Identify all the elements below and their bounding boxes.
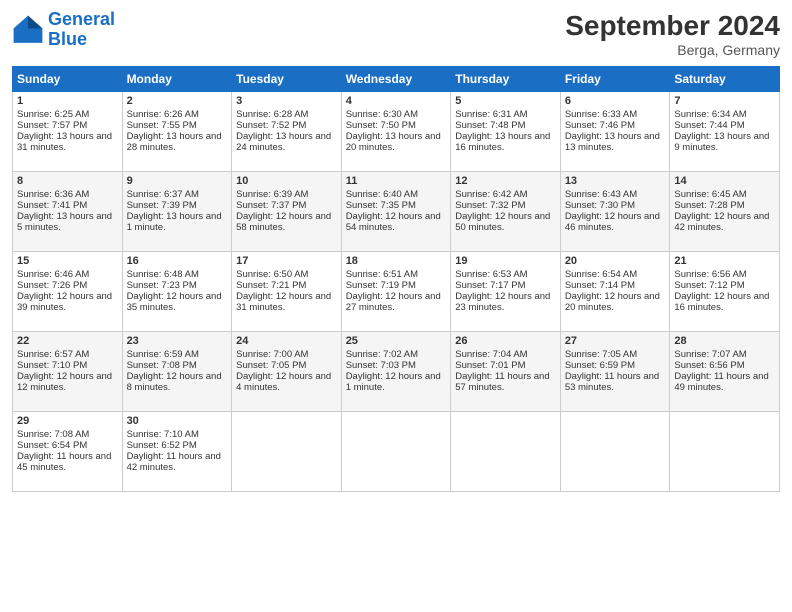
calendar-cell: 6Sunrise: 6:33 AMSunset: 7:46 PMDaylight… bbox=[560, 92, 670, 172]
calendar-cell: 22Sunrise: 6:57 AMSunset: 7:10 PMDayligh… bbox=[13, 332, 123, 412]
calendar-cell: 14Sunrise: 6:45 AMSunset: 7:28 PMDayligh… bbox=[670, 172, 780, 252]
calendar-cell: 3Sunrise: 6:28 AMSunset: 7:52 PMDaylight… bbox=[232, 92, 342, 172]
calendar-cell bbox=[670, 412, 780, 492]
col-monday: Monday bbox=[122, 67, 232, 92]
col-thursday: Thursday bbox=[451, 67, 561, 92]
calendar-cell: 7Sunrise: 6:34 AMSunset: 7:44 PMDaylight… bbox=[670, 92, 780, 172]
header-row: Sunday Monday Tuesday Wednesday Thursday… bbox=[13, 67, 780, 92]
header: General Blue September 2024 Berga, Germa… bbox=[12, 10, 780, 58]
calendar-cell: 16Sunrise: 6:48 AMSunset: 7:23 PMDayligh… bbox=[122, 252, 232, 332]
day-number: 24 bbox=[236, 335, 337, 347]
day-number: 2 bbox=[127, 95, 228, 107]
day-number: 14 bbox=[674, 175, 775, 187]
col-friday: Friday bbox=[560, 67, 670, 92]
calendar-cell: 2Sunrise: 6:26 AMSunset: 7:55 PMDaylight… bbox=[122, 92, 232, 172]
calendar-cell: 29Sunrise: 7:08 AMSunset: 6:54 PMDayligh… bbox=[13, 412, 123, 492]
calendar-cell: 20Sunrise: 6:54 AMSunset: 7:14 PMDayligh… bbox=[560, 252, 670, 332]
day-number: 11 bbox=[346, 175, 447, 187]
day-number: 17 bbox=[236, 255, 337, 267]
calendar-cell bbox=[560, 412, 670, 492]
day-number: 9 bbox=[127, 175, 228, 187]
calendar-cell bbox=[232, 412, 342, 492]
month-title: September 2024 bbox=[565, 10, 780, 42]
calendar-cell: 28Sunrise: 7:07 AMSunset: 6:56 PMDayligh… bbox=[670, 332, 780, 412]
calendar-row: 22Sunrise: 6:57 AMSunset: 7:10 PMDayligh… bbox=[13, 332, 780, 412]
day-number: 27 bbox=[565, 335, 666, 347]
calendar-row: 29Sunrise: 7:08 AMSunset: 6:54 PMDayligh… bbox=[13, 412, 780, 492]
calendar-cell: 10Sunrise: 6:39 AMSunset: 7:37 PMDayligh… bbox=[232, 172, 342, 252]
calendar-cell: 26Sunrise: 7:04 AMSunset: 7:01 PMDayligh… bbox=[451, 332, 561, 412]
day-number: 7 bbox=[674, 95, 775, 107]
day-number: 29 bbox=[17, 415, 118, 427]
logo: General Blue bbox=[12, 10, 115, 50]
day-number: 8 bbox=[17, 175, 118, 187]
col-tuesday: Tuesday bbox=[232, 67, 342, 92]
col-wednesday: Wednesday bbox=[341, 67, 451, 92]
calendar-cell: 13Sunrise: 6:43 AMSunset: 7:30 PMDayligh… bbox=[560, 172, 670, 252]
day-number: 1 bbox=[17, 95, 118, 107]
day-number: 16 bbox=[127, 255, 228, 267]
day-number: 22 bbox=[17, 335, 118, 347]
calendar-cell: 19Sunrise: 6:53 AMSunset: 7:17 PMDayligh… bbox=[451, 252, 561, 332]
day-number: 13 bbox=[565, 175, 666, 187]
day-number: 21 bbox=[674, 255, 775, 267]
calendar-row: 1Sunrise: 6:25 AMSunset: 7:57 PMDaylight… bbox=[13, 92, 780, 172]
day-number: 15 bbox=[17, 255, 118, 267]
calendar-table: Sunday Monday Tuesday Wednesday Thursday… bbox=[12, 66, 780, 492]
day-number: 28 bbox=[674, 335, 775, 347]
calendar-cell: 18Sunrise: 6:51 AMSunset: 7:19 PMDayligh… bbox=[341, 252, 451, 332]
calendar-cell: 24Sunrise: 7:00 AMSunset: 7:05 PMDayligh… bbox=[232, 332, 342, 412]
title-block: September 2024 Berga, Germany bbox=[565, 10, 780, 58]
logo-general: General bbox=[48, 9, 115, 29]
logo-blue: Blue bbox=[48, 29, 87, 49]
calendar-cell: 15Sunrise: 6:46 AMSunset: 7:26 PMDayligh… bbox=[13, 252, 123, 332]
day-number: 12 bbox=[455, 175, 556, 187]
col-sunday: Sunday bbox=[13, 67, 123, 92]
calendar-row: 15Sunrise: 6:46 AMSunset: 7:26 PMDayligh… bbox=[13, 252, 780, 332]
calendar-cell: 11Sunrise: 6:40 AMSunset: 7:35 PMDayligh… bbox=[341, 172, 451, 252]
calendar-cell: 9Sunrise: 6:37 AMSunset: 7:39 PMDaylight… bbox=[122, 172, 232, 252]
calendar-cell: 4Sunrise: 6:30 AMSunset: 7:50 PMDaylight… bbox=[341, 92, 451, 172]
logo-icon bbox=[12, 14, 44, 46]
day-number: 20 bbox=[565, 255, 666, 267]
day-number: 25 bbox=[346, 335, 447, 347]
day-number: 19 bbox=[455, 255, 556, 267]
calendar-header: Sunday Monday Tuesday Wednesday Thursday… bbox=[13, 67, 780, 92]
calendar-cell: 21Sunrise: 6:56 AMSunset: 7:12 PMDayligh… bbox=[670, 252, 780, 332]
calendar-cell bbox=[341, 412, 451, 492]
day-number: 6 bbox=[565, 95, 666, 107]
day-number: 10 bbox=[236, 175, 337, 187]
calendar-cell: 8Sunrise: 6:36 AMSunset: 7:41 PMDaylight… bbox=[13, 172, 123, 252]
calendar-cell: 12Sunrise: 6:42 AMSunset: 7:32 PMDayligh… bbox=[451, 172, 561, 252]
day-number: 23 bbox=[127, 335, 228, 347]
day-number: 18 bbox=[346, 255, 447, 267]
day-number: 5 bbox=[455, 95, 556, 107]
col-saturday: Saturday bbox=[670, 67, 780, 92]
calendar-cell: 27Sunrise: 7:05 AMSunset: 6:59 PMDayligh… bbox=[560, 332, 670, 412]
calendar-cell: 1Sunrise: 6:25 AMSunset: 7:57 PMDaylight… bbox=[13, 92, 123, 172]
logo-text: General Blue bbox=[48, 10, 115, 50]
calendar-cell: 5Sunrise: 6:31 AMSunset: 7:48 PMDaylight… bbox=[451, 92, 561, 172]
calendar-cell: 25Sunrise: 7:02 AMSunset: 7:03 PMDayligh… bbox=[341, 332, 451, 412]
calendar-cell: 30Sunrise: 7:10 AMSunset: 6:52 PMDayligh… bbox=[122, 412, 232, 492]
calendar-row: 8Sunrise: 6:36 AMSunset: 7:41 PMDaylight… bbox=[13, 172, 780, 252]
day-number: 30 bbox=[127, 415, 228, 427]
calendar-cell bbox=[451, 412, 561, 492]
day-number: 3 bbox=[236, 95, 337, 107]
calendar-body: 1Sunrise: 6:25 AMSunset: 7:57 PMDaylight… bbox=[13, 92, 780, 492]
day-number: 26 bbox=[455, 335, 556, 347]
page-container: General Blue September 2024 Berga, Germa… bbox=[0, 0, 792, 502]
calendar-cell: 23Sunrise: 6:59 AMSunset: 7:08 PMDayligh… bbox=[122, 332, 232, 412]
calendar-cell: 17Sunrise: 6:50 AMSunset: 7:21 PMDayligh… bbox=[232, 252, 342, 332]
location: Berga, Germany bbox=[565, 42, 780, 58]
day-number: 4 bbox=[346, 95, 447, 107]
